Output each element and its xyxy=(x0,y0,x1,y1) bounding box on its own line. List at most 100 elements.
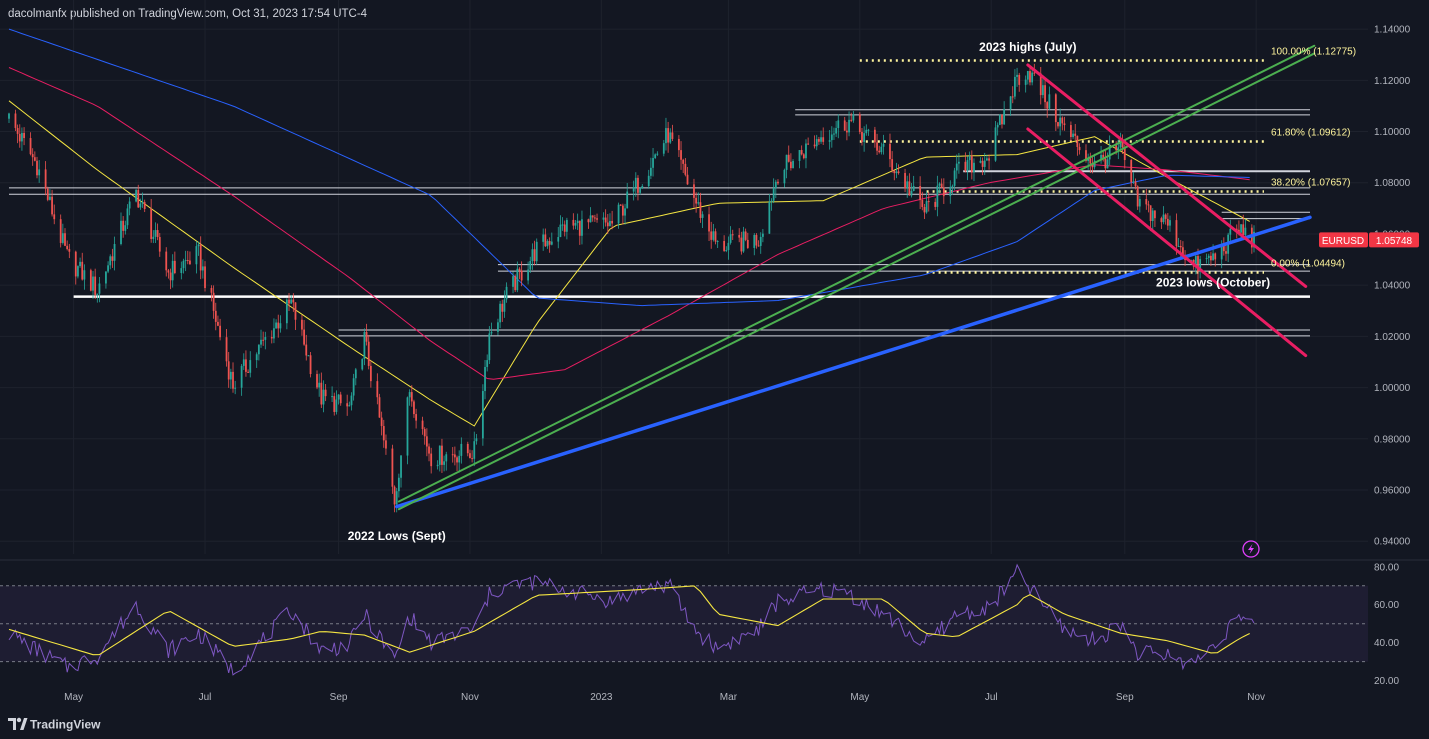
candle-body xyxy=(154,230,157,237)
x-tick-label: Sep xyxy=(1116,692,1134,703)
candle-body xyxy=(346,403,349,407)
candle-body xyxy=(395,491,398,505)
candle-body xyxy=(199,244,202,271)
candle-body xyxy=(1160,218,1163,223)
candle-body xyxy=(303,329,305,345)
candle-body xyxy=(906,181,909,189)
candle-body xyxy=(376,381,379,398)
candle-body xyxy=(165,251,168,271)
candle-body xyxy=(1138,198,1141,207)
y-tick-label: 1.02000 xyxy=(1374,332,1411,343)
candle-body xyxy=(940,183,943,188)
candle-body xyxy=(535,241,538,262)
candle-body xyxy=(581,219,583,236)
candle-body xyxy=(958,161,960,164)
candle-body xyxy=(141,202,144,204)
candle-body xyxy=(807,143,810,145)
candle-body xyxy=(443,461,446,465)
candle-body xyxy=(777,181,779,184)
candle-body xyxy=(845,130,848,133)
candle-body xyxy=(587,219,590,223)
chart-annotation: 2022 Lows (Sept) xyxy=(348,529,446,543)
candle-body xyxy=(1009,96,1012,110)
candle-body xyxy=(514,276,517,291)
candle-body xyxy=(1046,102,1049,109)
candle-body xyxy=(925,201,928,213)
candle-body xyxy=(815,139,818,147)
candle-body xyxy=(949,186,952,197)
candle-body xyxy=(667,128,670,143)
candle-body xyxy=(288,299,290,304)
candle-body xyxy=(234,387,237,389)
candle-body xyxy=(242,359,245,366)
y-tick-label: 1.12000 xyxy=(1374,76,1411,87)
candle-body xyxy=(716,240,719,242)
candle-body xyxy=(1033,72,1036,74)
candle-body xyxy=(759,236,762,246)
candle-body xyxy=(68,249,71,252)
candle-body xyxy=(983,160,986,167)
candle-body xyxy=(637,177,639,193)
candle-body xyxy=(156,230,159,238)
candle-body xyxy=(533,249,536,262)
fib-level-label: 38.20% (1.07657) xyxy=(1271,178,1351,189)
x-tick-label: Nov xyxy=(461,692,479,703)
candle-body xyxy=(654,154,657,159)
candle-body xyxy=(738,234,741,238)
candle-body xyxy=(572,219,575,226)
candle-body xyxy=(257,344,260,355)
candle-body xyxy=(490,331,493,334)
candle-body xyxy=(8,113,10,119)
candle-body xyxy=(14,113,17,128)
candle-body xyxy=(996,124,999,128)
candle-body xyxy=(184,260,187,262)
candle-body xyxy=(727,242,730,251)
candle-body xyxy=(1151,210,1154,222)
candle-body xyxy=(1063,123,1066,126)
candle-body xyxy=(456,457,458,463)
candle-body xyxy=(361,359,364,370)
candle-body xyxy=(436,464,439,467)
candle-body xyxy=(725,250,728,252)
candle-body xyxy=(1179,246,1182,248)
candle-body xyxy=(484,366,486,392)
candle-body xyxy=(1016,74,1018,77)
candle-body xyxy=(1169,220,1171,226)
candle-body xyxy=(94,276,97,295)
candle-body xyxy=(783,169,786,184)
candle-body xyxy=(322,389,325,405)
candle-body xyxy=(74,251,77,277)
candle-body xyxy=(641,186,644,189)
candle-body xyxy=(602,217,605,220)
candle-body xyxy=(542,234,545,242)
candle-body xyxy=(596,218,598,220)
symbol-price-tag: EURUSD 1.05748 xyxy=(1319,232,1419,248)
candle-body xyxy=(139,203,142,208)
candle-body xyxy=(998,114,1001,125)
candle-body xyxy=(264,337,267,340)
candle-body xyxy=(563,224,566,232)
candle-body xyxy=(942,187,945,197)
candle-body xyxy=(466,443,469,454)
candle-body xyxy=(693,184,695,198)
y-tick-label: 1.04000 xyxy=(1374,281,1411,292)
candle-body xyxy=(1154,210,1156,219)
candle-body xyxy=(833,133,835,135)
candle-body xyxy=(255,354,258,361)
chart-canvas[interactable]: dacolmanfx published on TradingView.com,… xyxy=(0,0,1429,739)
candle-body xyxy=(1132,181,1135,183)
candle-body xyxy=(665,128,667,144)
candle-body xyxy=(986,158,988,161)
candle-body xyxy=(1076,135,1079,147)
candle-body xyxy=(59,219,62,243)
candle-body xyxy=(505,286,508,300)
candle-body xyxy=(861,131,863,142)
candle-body xyxy=(367,341,370,366)
candle-body xyxy=(79,261,81,267)
candle-body xyxy=(337,394,340,400)
candle-body xyxy=(792,160,794,169)
candle-body xyxy=(576,220,579,224)
candle-body xyxy=(475,438,478,442)
candle-body xyxy=(497,322,499,332)
candle-body xyxy=(486,360,489,367)
